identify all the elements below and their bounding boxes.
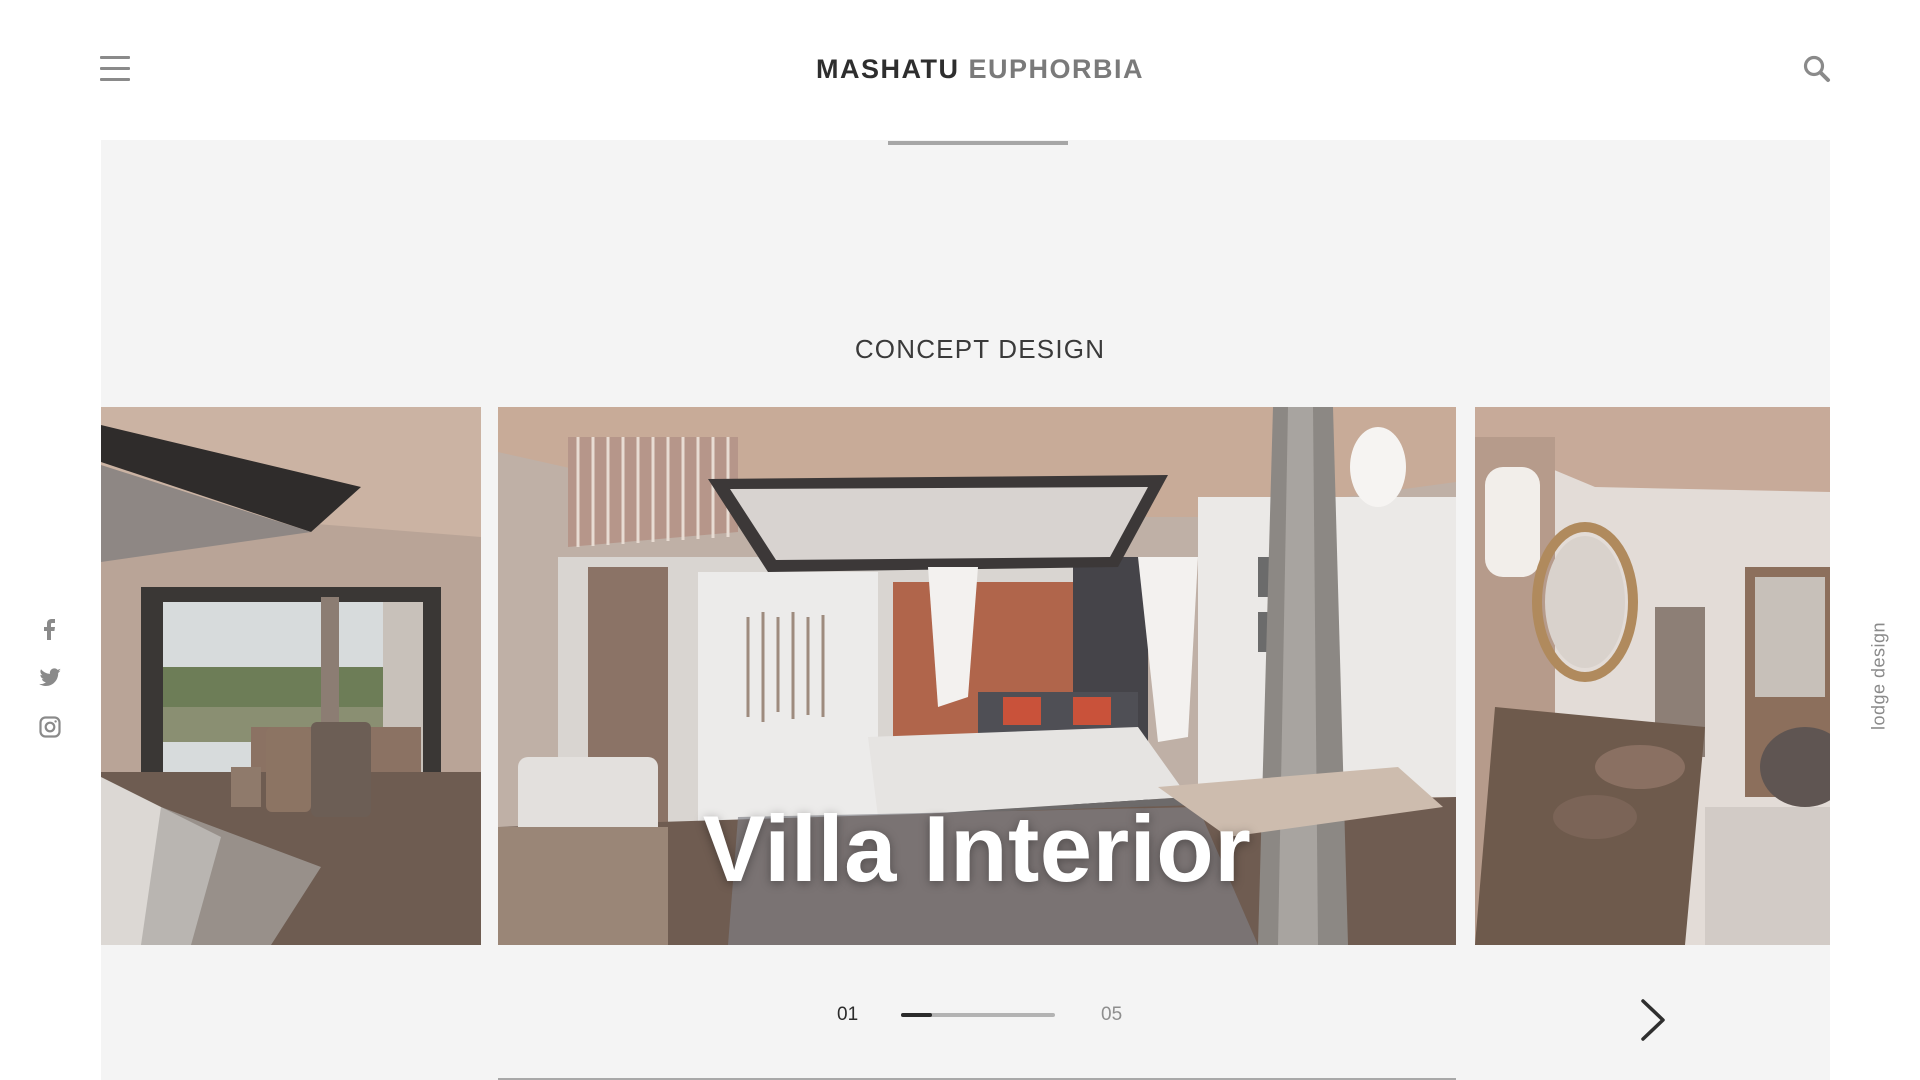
bedroom-view-image — [101, 407, 481, 945]
slide-caption: Villa Interior — [702, 796, 1252, 901]
brand-secondary: EUPHORBIA — [968, 54, 1144, 84]
side-label: lodge design — [1864, 616, 1894, 736]
side-label-text: lodge design — [1868, 621, 1889, 731]
instagram-icon[interactable] — [37, 714, 63, 740]
search-icon[interactable] — [1802, 54, 1832, 84]
slide-next[interactable] — [1475, 407, 1830, 945]
slide-villa-interior[interactable]: Villa Interior — [498, 407, 1456, 945]
slide-current-number: 01 — [837, 1004, 859, 1025]
section-title: CONCEPT DESIGN — [854, 334, 1106, 364]
slide-progress-fill — [901, 1013, 932, 1017]
brand-primary: MASHATU — [815, 54, 960, 84]
bathroom-image — [1475, 407, 1830, 945]
slide-previous[interactable] — [101, 407, 481, 945]
facebook-icon[interactable] — [37, 615, 63, 641]
slide-progress-track[interactable] — [901, 1013, 1055, 1017]
slide-total-number: 05 — [1101, 1004, 1123, 1025]
chevron-right-icon[interactable] — [1636, 995, 1670, 1045]
brand-logo[interactable]: MASHATU EUPHORBIA — [0, 54, 1920, 85]
section-indicator — [888, 141, 1068, 145]
twitter-icon[interactable] — [37, 664, 63, 690]
